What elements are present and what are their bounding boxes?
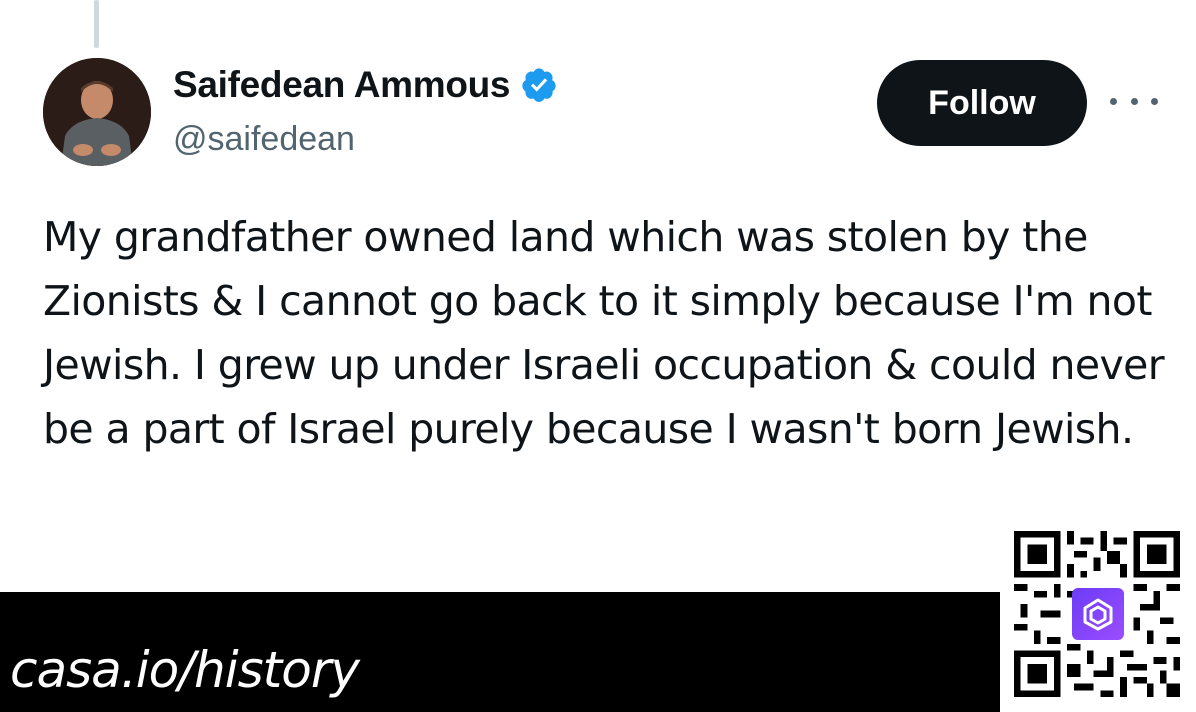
avatar[interactable] [43,58,151,166]
casa-logo-icon [1072,588,1124,640]
author-display-name[interactable]: Saifedean Ammous [173,64,511,106]
author-handle[interactable]: @saifedean [173,120,355,159]
qr-code-panel [1004,518,1192,710]
more-dot [1110,97,1117,105]
more-dot [1130,97,1138,105]
verified-badge-icon [522,68,556,102]
casa-url-text: casa.io/history [10,641,360,699]
thread-connector-line [94,0,99,48]
author-name-row: Saifedean Ammous [173,64,558,106]
more-options-icon[interactable] [1110,84,1158,118]
more-dot [1151,97,1158,105]
follow-button[interactable]: Follow [877,60,1087,146]
casa-logo-mark [1083,598,1113,631]
avatar-photo [43,58,151,166]
tweet-text: My grandfather owned land which was stol… [43,213,1165,453]
